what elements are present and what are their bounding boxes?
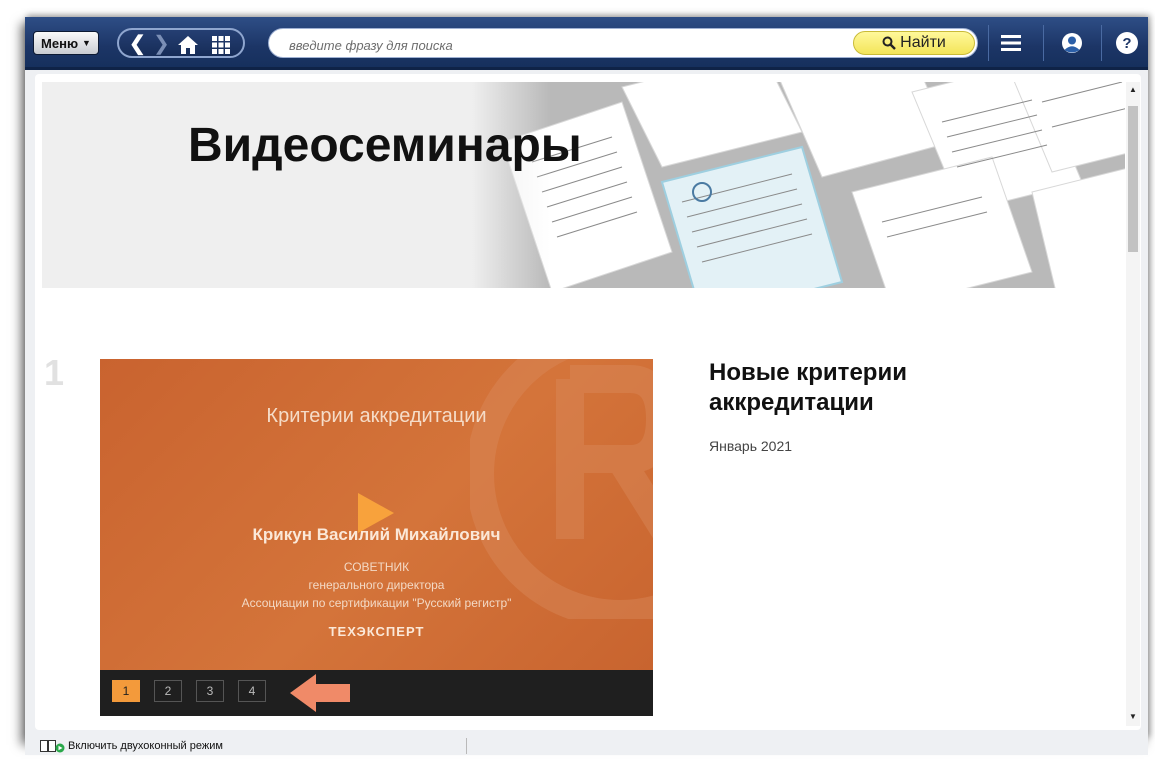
toolbar-divider xyxy=(988,25,989,61)
search-button[interactable]: Найти xyxy=(853,31,975,55)
seminar-number: 1 xyxy=(44,352,65,393)
status-divider xyxy=(466,738,467,754)
slide-title: Критерии аккредитации xyxy=(266,405,487,427)
toolbar-divider xyxy=(1043,25,1044,61)
dual-window-toggle[interactable]: Включить двухоконный режим xyxy=(68,740,223,752)
seminar-title[interactable]: Новые критерии аккредитации xyxy=(709,358,1009,418)
search-button-label: Найти xyxy=(900,34,946,51)
search-icon xyxy=(882,36,897,50)
scroll-down-icon[interactable]: ▼ xyxy=(1129,712,1137,721)
slide-position-line: СОВЕТНИК xyxy=(343,560,410,574)
video-slide[interactable]: Критерии аккредитации Крикун Василий Мих… xyxy=(100,359,653,670)
forward-arrow-icon[interactable]: ❯ xyxy=(153,32,170,56)
home-icon[interactable] xyxy=(177,32,199,61)
status-bar: Включить двухоконный режим xyxy=(25,737,1148,755)
menu-button-label: Меню xyxy=(41,35,79,51)
menu-button[interactable]: Меню ▼ xyxy=(33,31,99,55)
scroll-up-icon[interactable]: ▲ xyxy=(1129,85,1137,94)
toolbar-divider xyxy=(1101,25,1102,61)
pointer-arrow-icon xyxy=(290,674,350,712)
page-title: Видеосеминары xyxy=(188,119,582,172)
dual-window-icon[interactable] xyxy=(40,740,66,753)
back-arrow-icon[interactable]: ❮ xyxy=(129,32,146,56)
caret-down-icon: ▼ xyxy=(82,38,91,48)
slide-position-line: Ассоциации по сертификации "Русский реги… xyxy=(241,596,512,610)
documents-illustration xyxy=(472,82,1125,288)
page-button-2[interactable]: 2 xyxy=(154,680,182,702)
slide-speaker: Крикун Василий Михайлович xyxy=(252,525,501,544)
page-button-1[interactable]: 1 xyxy=(112,680,140,702)
slide-logo: ТЕХЭКСПЕРТ xyxy=(328,624,425,639)
user-profile-icon[interactable] xyxy=(1052,29,1092,57)
scrollbar-thumb[interactable] xyxy=(1128,106,1138,252)
navigation-group: ❮ ❯ xyxy=(117,28,245,58)
grid-apps-icon[interactable] xyxy=(211,32,231,61)
vertical-scrollbar[interactable]: ▲ ▼ xyxy=(1126,82,1140,726)
help-icon[interactable]: ? xyxy=(1107,29,1147,57)
hamburger-menu-icon[interactable] xyxy=(991,29,1031,57)
search-bar: Найти xyxy=(268,28,978,58)
top-toolbar: Меню ▼ ❮ ❯ Найти xyxy=(25,17,1148,70)
seminar-date: Январь 2021 xyxy=(709,438,793,454)
page-button-4[interactable]: 4 xyxy=(238,680,266,702)
video-pagination: 1 2 3 4 xyxy=(100,670,653,716)
video-player[interactable]: Критерии аккредитации Крикун Василий Мих… xyxy=(100,359,653,716)
page-banner: Видеосеминары xyxy=(42,82,1125,288)
svg-text:?: ? xyxy=(1122,35,1131,52)
search-input[interactable] xyxy=(287,35,851,55)
slide-position-line: генерального директора xyxy=(308,578,445,592)
page-button-3[interactable]: 3 xyxy=(196,680,224,702)
